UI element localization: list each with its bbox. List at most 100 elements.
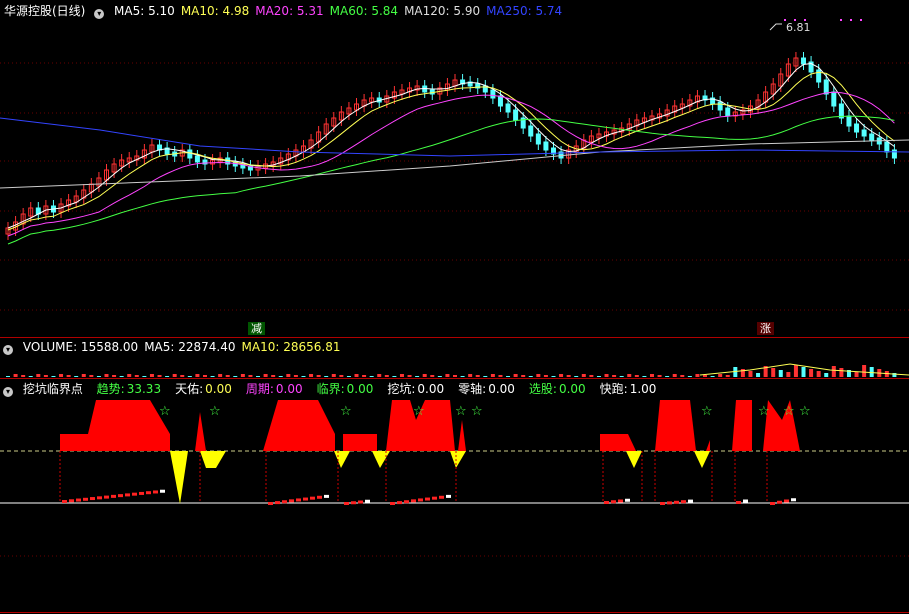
volume-bar: [718, 374, 723, 377]
chevron-down-icon[interactable]: ▾: [3, 345, 13, 355]
volume-bar: [559, 374, 564, 377]
candle-body: [891, 149, 897, 159]
volume-bar: [589, 375, 594, 377]
chart-canvas[interactable]: ☆ ☆ ☆ ☆ ☆ ☆ ☆ ☆ ☆ ☆: [0, 0, 909, 614]
indicator-field-value-7: 1.00: [629, 382, 657, 396]
stock-chart-window[interactable]: ☆ ☆ ☆ ☆ ☆ ☆ ☆ ☆ ☆ ☆ 华源控股(日线) ▾ MA5: 5.10 MA10: 4.9…: [0, 0, 909, 614]
volume-label-2: MA10: 28656.81: [241, 340, 341, 354]
volume-bar: [172, 374, 177, 377]
indicator-field-value-6: 0.00: [558, 382, 586, 396]
volume-bar: [422, 374, 427, 377]
volume-bar: [415, 376, 420, 377]
cycle-bar: [69, 499, 74, 503]
panel-separator-2: [0, 378, 909, 379]
volume-bar: [854, 372, 859, 377]
high-price-label: 6.81: [786, 21, 811, 34]
indicator-field-value-4: 0.00: [417, 382, 445, 396]
cycle-bar: [303, 497, 308, 501]
cycle-bar: [62, 500, 67, 503]
dip-area-6: [694, 451, 710, 468]
cycle-bar: [132, 492, 137, 496]
candle-body: [869, 133, 875, 141]
volume-bar: [59, 374, 64, 377]
cycle-bar: [125, 493, 130, 497]
volume-bar: [619, 376, 624, 377]
dip-area-4: [450, 451, 466, 468]
cycle-bar: [97, 496, 102, 500]
volume-bar: [528, 376, 533, 377]
volume-bar: [786, 372, 791, 377]
indicator-field-value-5: 0.00: [488, 382, 515, 396]
trend-area-5: [458, 420, 466, 451]
ma-label-5: MA250: 5.74: [486, 4, 563, 18]
cycle-bar: [736, 501, 741, 504]
volume-bar: [248, 375, 253, 377]
candle-body: [194, 155, 200, 163]
volume-bar: [180, 375, 185, 377]
star-icon: ☆: [159, 404, 171, 419]
volume-bar: [13, 374, 18, 377]
volume-label-0: VOLUME: 15588.00: [22, 340, 139, 354]
ma-label-3: MA60: 5.84: [329, 4, 399, 18]
volume-bar: [392, 376, 397, 377]
cycle-bar: [296, 498, 301, 502]
chevron-down-icon[interactable]: ▾: [3, 387, 13, 397]
cycle-bar: [681, 500, 686, 504]
volume-bar: [104, 374, 109, 377]
volume-bar: [703, 375, 708, 377]
volume-bar: [384, 375, 389, 377]
volume-bar: [430, 375, 435, 377]
volume-bar: [202, 375, 207, 377]
marker-dot-4: [850, 19, 852, 21]
volume-bar: [596, 376, 601, 377]
cycle-bar: [777, 500, 782, 504]
volume-bar: [475, 375, 480, 377]
volume-bar: [695, 374, 700, 377]
volume-bar: [66, 375, 71, 377]
trend-area-9: [732, 400, 752, 451]
star-icon: ☆: [783, 404, 795, 419]
volume-bar: [627, 374, 632, 377]
cycle-bar: [365, 499, 370, 503]
star-icon: ☆: [209, 404, 221, 419]
cycle-bar: [90, 497, 95, 501]
volume-bar: [210, 376, 215, 377]
volume-bar: [377, 374, 382, 377]
cycle-bar: [310, 496, 315, 500]
stock-title: 华源控股(日线): [4, 4, 86, 18]
ma60-line: [7, 115, 895, 245]
candle-body: [801, 57, 807, 65]
cycle-bar: [743, 499, 748, 503]
volume-bar: [127, 374, 132, 377]
cycle-bar: [118, 494, 123, 498]
indicator-legend: 趋势: 33.33 天佑: 0.00 周期: 0.00 临界: 0.00 挖坑: 0.00 零轴: 0…: [97, 382, 671, 396]
candle-body: [823, 79, 829, 95]
volume-bar: [680, 375, 685, 377]
volume-bar: [513, 374, 518, 377]
dip-area-1: [200, 451, 226, 468]
star-icon: ☆: [413, 404, 425, 419]
ma-label-0: MA5: 5.10: [114, 4, 175, 18]
volume-bar: [271, 375, 276, 377]
volume-bar: [649, 374, 654, 377]
volume-bar: [331, 374, 336, 377]
dip-area-0: [170, 451, 188, 504]
cycle-bar: [611, 500, 616, 504]
reduce-marker: 减: [248, 322, 265, 335]
volume-bar: [256, 376, 261, 377]
ma5-line: [7, 62, 895, 229]
volume-bar: [687, 376, 692, 377]
volume-bar: [354, 374, 359, 377]
trend-area-1: [195, 412, 206, 451]
candle-body: [505, 103, 511, 113]
bottom-border: [0, 612, 909, 613]
chevron-down-icon[interactable]: ▾: [94, 9, 105, 19]
indicator-title: 挖坑临界点: [22, 382, 83, 396]
volume-bar: [324, 376, 329, 377]
candle-body: [187, 149, 193, 159]
volume-bar: [21, 375, 26, 377]
candle-body: [528, 125, 534, 137]
cycle-bar: [282, 500, 287, 504]
cycle-bar: [76, 498, 81, 502]
volume-bar: [74, 376, 79, 377]
